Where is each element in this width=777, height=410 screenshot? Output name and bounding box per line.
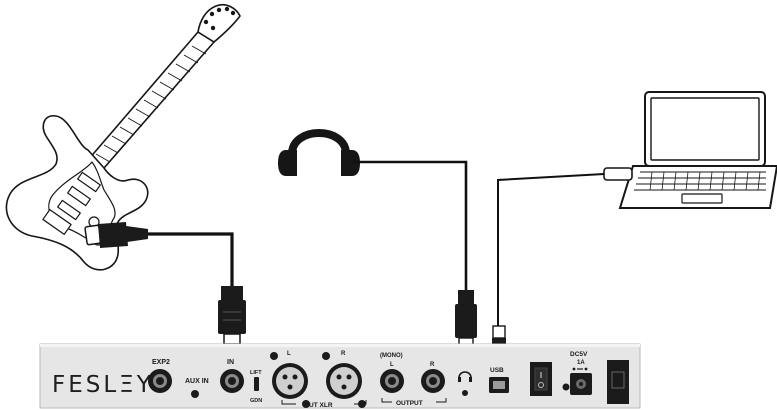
right-panel-connector[interactable] [607, 360, 629, 404]
usb-label: USB [490, 367, 504, 374]
output-left-jack[interactable] [380, 369, 404, 393]
output-right-label: R [430, 362, 435, 368]
device-back-panel: FESLΞY EXP2 AUX IN IN LIFT GDN L R OUT X… [39, 343, 641, 409]
dc-label: DC5V [570, 351, 588, 358]
usb-port[interactable] [489, 377, 509, 393]
exp-jack[interactable] [148, 369, 172, 393]
xlr-right-label: R [341, 351, 346, 357]
lift-label: LIFT [250, 370, 262, 376]
headphones-cable [352, 160, 468, 292]
usb-cable [492, 167, 633, 350]
output-right-jack[interactable] [421, 369, 445, 393]
output-label: OUTPUT [396, 400, 423, 407]
ground-lift-switch[interactable] [254, 377, 259, 391]
aux-in-label: AUX IN [185, 378, 209, 385]
output-left-label: L [390, 362, 394, 368]
dc-power-jack[interactable] [570, 373, 592, 395]
headphone-jack[interactable] [462, 390, 468, 396]
brand-logo: FESLΞY [52, 372, 154, 398]
headphone-plug [455, 290, 477, 349]
gnd-label: GDN [250, 398, 262, 404]
exp-label: EXP2 [152, 359, 170, 366]
laptop-icon [618, 91, 777, 209]
power-switch[interactable] [530, 362, 552, 396]
in-label: IN [227, 359, 234, 366]
headphones-icon [278, 129, 360, 176]
mono-label: (MONO) [380, 353, 403, 359]
dc-current-label: 1A [577, 360, 585, 366]
xlr-left-label: L [287, 351, 291, 357]
in-jack[interactable] [220, 369, 244, 393]
connection-diagram: FESLΞY EXP2 AUX IN IN LIFT GDN L R OUT X… [5, 3, 777, 409]
out-xlr-label: OUT XLR [304, 402, 333, 409]
guitar-cable [84, 222, 246, 345]
panel-screw [562, 383, 570, 391]
aux-in-jack[interactable] [191, 390, 199, 398]
